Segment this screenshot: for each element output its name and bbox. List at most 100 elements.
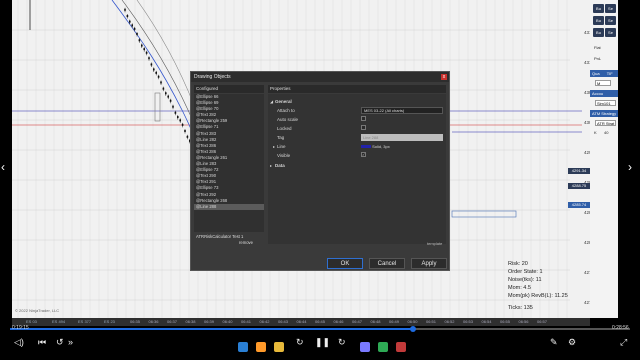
attach-to-dropdown[interactable]: MES 03-22 (All charts) [361, 107, 443, 114]
taskbar-app-icon[interactable] [378, 342, 388, 352]
candle-body [136, 32, 138, 35]
next-arrow-icon[interactable]: › [628, 160, 632, 174]
time-tick-label: 06:55 [500, 319, 511, 324]
line-color-swatch [361, 145, 371, 149]
time-tick-label: 06:57 [537, 319, 548, 324]
candle-body [126, 15, 129, 18]
time-tick-label: 06:38 [185, 319, 196, 324]
atm-header: ATM Strategy [590, 110, 618, 117]
sell-limit-button[interactable]: Se [605, 16, 616, 25]
video-progress-bar[interactable] [10, 326, 630, 332]
ticks-text: Ticks: 135 [508, 305, 533, 311]
drawing-objects-dialog: Drawing Objects x Configured @Ellipse 66… [190, 71, 450, 271]
tag-row: Tag Line 288 [268, 133, 446, 142]
candle-body [141, 44, 143, 47]
close-icon[interactable]: x [441, 74, 447, 80]
template-link[interactable]: template [427, 241, 442, 246]
previous-icon[interactable]: ⏮ [38, 337, 46, 348]
atm-field[interactable]: ATR Strat [595, 120, 616, 126]
settings-icon[interactable]: ⚙ [568, 337, 576, 348]
candle-body [138, 39, 141, 42]
fullscreen-icon[interactable]: ⤢ [620, 337, 627, 348]
taskbar-app-icon[interactable] [256, 342, 266, 352]
progress-knob[interactable] [410, 326, 416, 332]
price-marker-tag: 4291.34 [568, 168, 590, 174]
indicator-item[interactable]: ATRRiskCalculator Test 1 [196, 234, 243, 239]
prev-arrow-icon[interactable]: ‹ [1, 160, 5, 174]
attach-to-row: Attach to MES 03-22 (All charts) [268, 106, 446, 115]
time-tick-label: 06:48 [370, 319, 381, 324]
price-marker-tag: 4285.74 [568, 202, 590, 208]
windows-start-icon[interactable] [238, 342, 248, 352]
sell-button[interactable]: Se [605, 4, 616, 13]
mom-text: Mom: 4.5 [508, 285, 531, 291]
candle-body [169, 99, 172, 102]
candle-body [181, 123, 184, 126]
candle-body [148, 57, 150, 60]
drawing-object-item[interactable]: @Line 288 [194, 203, 264, 210]
price-marker-tag: 4288.75 [568, 183, 590, 189]
candle-body [129, 20, 131, 23]
auto-scale-row: Auto scale [268, 115, 446, 124]
sell-stop-button[interactable]: Se [605, 28, 616, 37]
time-tick-label: 06:35 [130, 319, 141, 324]
candle-body [174, 111, 177, 114]
tag-input[interactable]: Line 288 [361, 134, 443, 141]
line-row[interactable]: ▸ Line Solid, 3px [268, 142, 446, 151]
qty-field[interactable]: M [595, 80, 611, 86]
progress-fill [10, 328, 413, 330]
flat-button[interactable]: Flat [594, 45, 601, 50]
remove-button[interactable]: remove [239, 239, 253, 247]
time-tick-label: 06:36 [148, 319, 159, 324]
locked-checkbox[interactable] [361, 125, 366, 130]
chart-tab[interactable]: ES 23 [102, 319, 117, 325]
visible-row: Visible ✓ [277, 152, 366, 158]
buy-limit-button[interactable]: Bu [593, 16, 604, 25]
taskbar-app-icon[interactable] [274, 342, 284, 352]
chart-tab[interactable]: ES 377 [76, 319, 93, 325]
moving-average-line [111, 0, 203, 176]
cancel-button[interactable]: Cancel [369, 258, 405, 269]
chart-tab[interactable]: ES 494 [50, 319, 67, 325]
time-tick-label: 06:46 [333, 319, 344, 324]
time-tick-label: 06:56 [518, 319, 529, 324]
time-tick-label: 06:50 [407, 319, 418, 324]
status-line: 40 [604, 130, 609, 135]
price-axis: 4315.004310.004305.004300.004295.004290.… [570, 0, 590, 318]
candle-body [124, 8, 126, 11]
replay-icon[interactable]: ↻ [296, 337, 304, 348]
edit-icon[interactable]: ✎ [550, 337, 558, 348]
candle-body [177, 116, 179, 119]
ok-button[interactable]: OK [327, 258, 363, 269]
properties-grid: ◢ General Attach to MES 03-22 (All chart… [268, 94, 446, 244]
mom-rev-text: Mom(pk) RevB(L): 11.25 [508, 293, 568, 299]
remaining-time: 0:28:56 [612, 325, 629, 331]
objects-list[interactable]: @Ellipse 66 @Ellipse 69 @Ellipse 70 @Text 2… [194, 94, 264, 232]
buy-stop-button[interactable]: Bu [593, 28, 604, 37]
apply-button[interactable]: Apply [411, 258, 447, 269]
fast-forward-icon[interactable]: » [68, 337, 73, 347]
buy-button[interactable]: Bu [593, 4, 604, 13]
time-tick-label: 06:41 [241, 319, 252, 324]
video-side-area: › [618, 0, 640, 318]
candle-body [153, 68, 155, 71]
candle-body [157, 75, 160, 78]
rewind-icon[interactable]: ↺ [56, 337, 64, 348]
time-tick-label: 06:37 [167, 319, 178, 324]
risk-text: Risk: 20 [508, 261, 528, 267]
general-group[interactable]: ◢ General [268, 97, 446, 106]
time-tick-label: 06:54 [481, 319, 492, 324]
auto-scale-checkbox[interactable] [361, 116, 366, 121]
data-group[interactable]: ▸ Data [268, 161, 446, 170]
taskbar-app-icon[interactable] [396, 342, 406, 352]
qty-tif-header: Qua TIF [590, 70, 618, 77]
taskbar-app-icon[interactable] [360, 342, 370, 352]
pause-icon[interactable]: ❚❚ [315, 337, 330, 348]
rectangle-drawing [154, 92, 161, 122]
account-field[interactable]: Sim101 [595, 100, 616, 106]
volume-icon[interactable]: ◁) [14, 337, 24, 348]
properties-header: Properties [268, 85, 446, 93]
forward-icon[interactable]: ↻ [338, 337, 346, 348]
visible-checkbox[interactable]: ✓ [361, 152, 366, 157]
copyright-label: © 2022 NinjaTrader, LLC [15, 308, 60, 313]
